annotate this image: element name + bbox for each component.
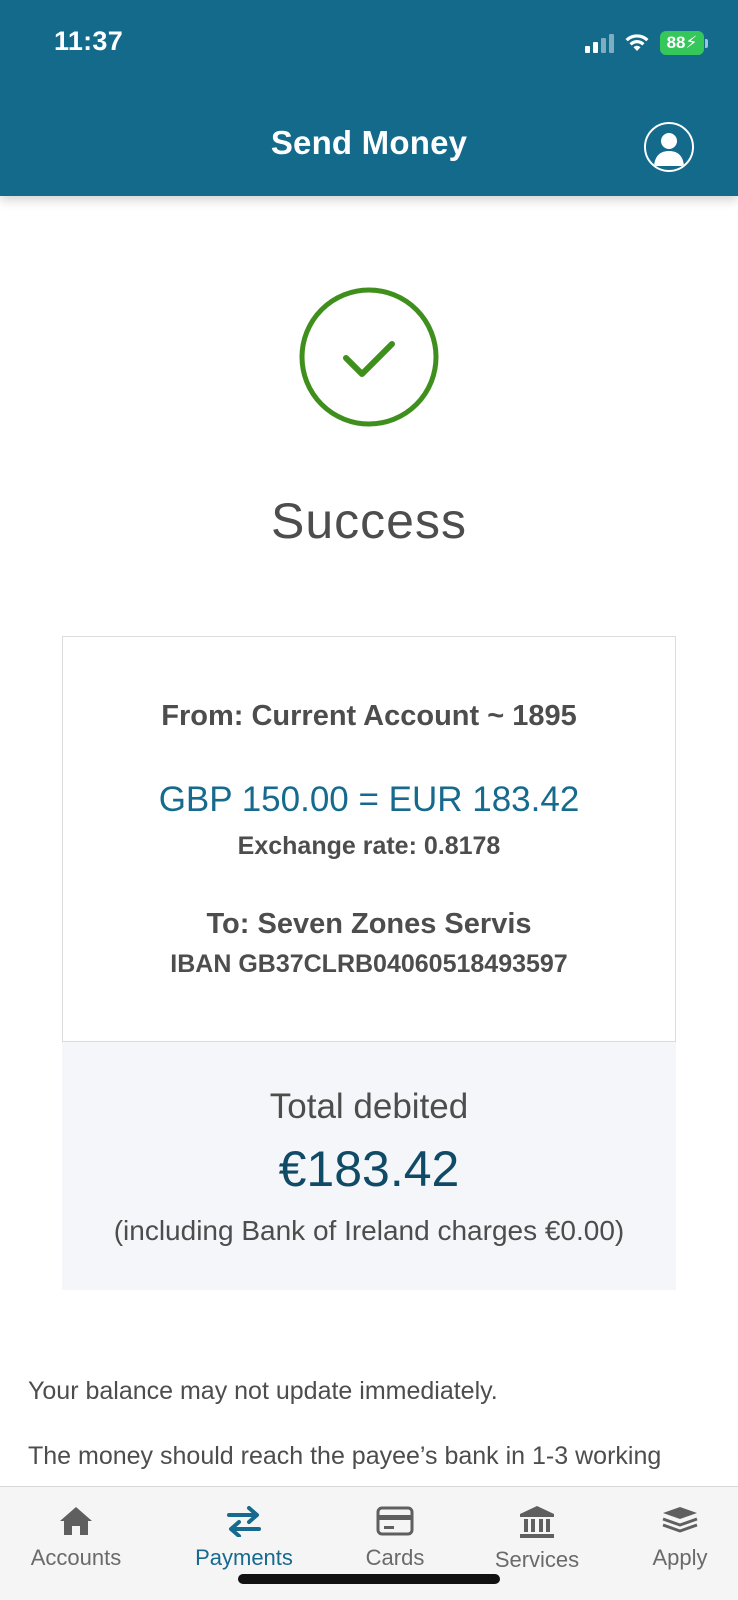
- payee-name: To: Seven Zones Servis: [206, 908, 532, 940]
- arrival-note: The money should reach the payee’s bank …: [28, 1442, 662, 1470]
- transfer-arrows-icon: [227, 1506, 261, 1537]
- signal-icon: [585, 33, 614, 53]
- tab-label-apply: Apply: [652, 1545, 708, 1570]
- bank-charges: (including Bank of Ireland charges €0.00…: [113, 1215, 625, 1246]
- page-title: Send Money: [270, 124, 468, 161]
- home-indicator: [238, 1574, 500, 1584]
- balance-note: Your balance may not update immediately.: [28, 1377, 498, 1405]
- layers-icon: [662, 1507, 698, 1533]
- payee-iban: IBAN GB37CLRB04060518493597: [170, 950, 568, 978]
- profile-button[interactable]: [644, 122, 694, 172]
- tab-apply[interactable]: Apply: [606, 1487, 738, 1600]
- tab-label-services: Services: [494, 1547, 580, 1572]
- tab-accounts[interactable]: Accounts: [2, 1487, 150, 1600]
- home-icon: [60, 1507, 92, 1535]
- total-debited-amount: €183.42: [278, 1141, 460, 1197]
- status-icons: 88⚡: [585, 31, 708, 55]
- wifi-icon: [625, 34, 649, 51]
- success-check-icon: [299, 287, 439, 427]
- success-title: Success: [271, 493, 467, 549]
- exchange-rate: Exchange rate: 0.8178: [237, 832, 501, 860]
- card-icon: [376, 1506, 414, 1536]
- app-header: 11:37 88⚡ Send Money: [0, 0, 738, 196]
- currency-conversion: GBP 150.00 = EUR 183.42: [158, 780, 580, 819]
- battery-icon: 88⚡: [660, 31, 708, 55]
- tab-label-payments: Payments: [195, 1545, 293, 1570]
- tab-label-cards: Cards: [365, 1545, 425, 1570]
- battery-level: 88: [666, 33, 686, 52]
- tab-label-accounts: Accounts: [30, 1545, 122, 1570]
- user-icon: [654, 133, 684, 166]
- status-time: 11:37: [54, 26, 124, 56]
- bank-icon: [520, 1506, 554, 1538]
- total-debited-label: Total debited: [269, 1087, 469, 1126]
- from-account: From: Current Account ~ 1895: [161, 700, 577, 732]
